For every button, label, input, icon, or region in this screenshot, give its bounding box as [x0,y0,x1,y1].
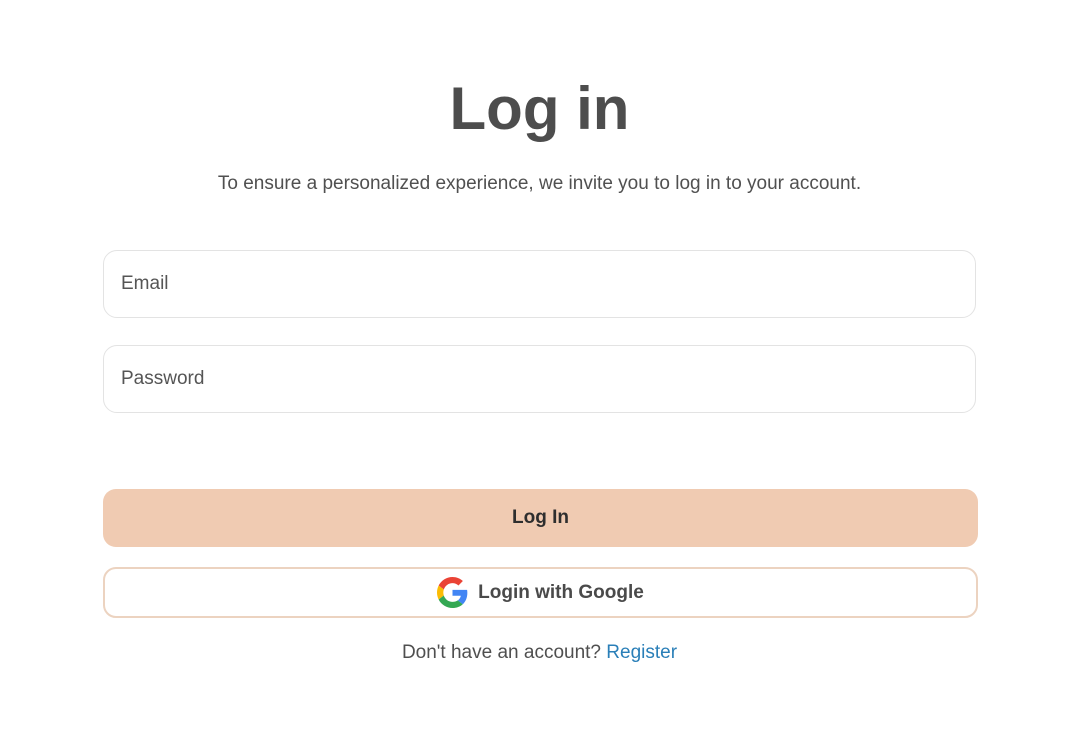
register-prompt: Don't have an account? Register [0,641,1079,665]
login-button[interactable]: Log In [103,489,978,547]
email-field[interactable] [103,250,976,318]
login-page: Log in To ensure a personalized experien… [0,0,1079,733]
page-subtitle: To ensure a personalized experience, we … [217,173,862,194]
login-with-google-button[interactable]: Login with Google [103,567,978,618]
register-prompt-text: Don't have an account? [401,642,601,663]
google-g-icon [437,577,468,608]
google-button-label: Login with Google [478,581,644,603]
register-link[interactable]: Register [606,642,677,663]
password-field[interactable] [103,345,976,413]
page-title: Log in [449,75,630,142]
